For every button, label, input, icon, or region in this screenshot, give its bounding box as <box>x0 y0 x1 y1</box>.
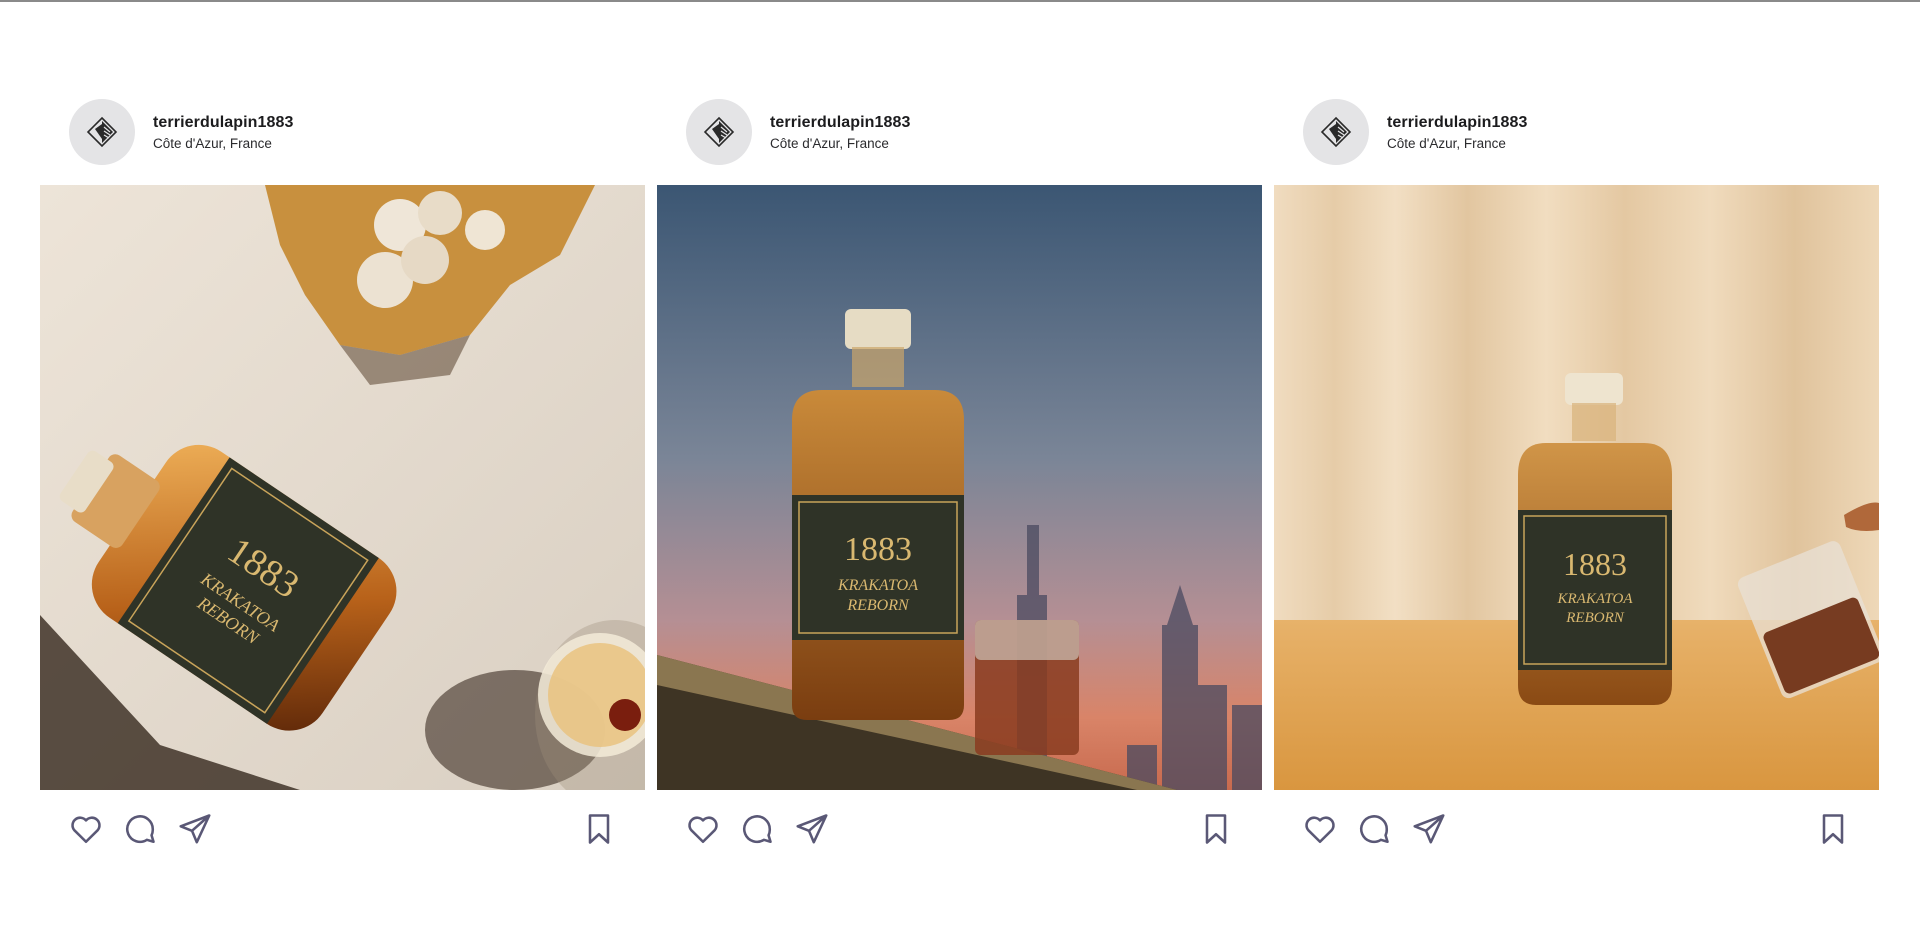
post-username[interactable]: terrierdulapin1883 <box>770 114 911 132</box>
bookmark-icon <box>588 814 610 844</box>
post-actions <box>657 790 1262 871</box>
post-card-3: terrierdulapin1883 Côte d'Azur, France 1… <box>1274 78 1879 871</box>
whisky-bottle-skyline-image: 1883 KRAKATOA REBORN <box>657 185 1262 790</box>
post-photo[interactable]: 1883 KRAKATOA REBORN <box>40 185 645 790</box>
post-photo[interactable]: 1883 KRAKATOA REBORN <box>1274 185 1879 790</box>
post-location[interactable]: Côte d'Azur, France <box>153 136 272 151</box>
whisky-bottle-table-image: 1883 KRAKATOA REBORN <box>1274 185 1879 790</box>
bottle-label-name: REBORN <box>846 597 910 614</box>
post-username[interactable]: terrierdulapin1883 <box>153 114 294 132</box>
avatar[interactable] <box>1303 99 1369 165</box>
send-icon <box>1413 814 1445 844</box>
share-button[interactable] <box>794 811 830 847</box>
post-actions <box>1274 790 1879 871</box>
heart-icon <box>688 816 718 844</box>
brand-logo-icon <box>86 116 118 148</box>
bottle-label-name: REBORN <box>1565 610 1624 626</box>
post-card-1: terrierdulapin1883 Côte d'Azur, France 1… <box>40 78 645 871</box>
top-divider <box>0 0 1920 2</box>
save-button[interactable] <box>581 811 617 847</box>
post-actions <box>40 790 645 871</box>
comment-icon <box>1360 815 1389 844</box>
send-icon <box>179 814 211 844</box>
bottle-label-year: 1883 <box>844 531 912 568</box>
like-button[interactable] <box>68 811 104 847</box>
send-icon <box>796 814 828 844</box>
share-button[interactable] <box>177 811 213 847</box>
bookmark-icon <box>1822 814 1844 844</box>
post-location[interactable]: Côte d'Azur, France <box>770 136 889 151</box>
bottle-label-name: KRAKATOA <box>1556 591 1633 607</box>
comment-icon <box>126 815 155 844</box>
avatar[interactable] <box>686 99 752 165</box>
post-photo[interactable]: 1883 KRAKATOA REBORN <box>657 185 1262 790</box>
bottle-label-name: KRAKATOA <box>837 577 918 594</box>
save-button[interactable] <box>1198 811 1234 847</box>
comment-button[interactable] <box>1356 811 1392 847</box>
post-header: terrierdulapin1883 Côte d'Azur, France <box>657 78 1262 185</box>
like-button[interactable] <box>1302 811 1338 847</box>
heart-icon <box>71 816 101 844</box>
comment-button[interactable] <box>122 811 158 847</box>
bottle-label-year: 1883 <box>1563 546 1627 582</box>
share-button[interactable] <box>1411 811 1447 847</box>
whisky-bottle-flatlay-image: 1883 KRAKATOA REBORN <box>40 185 645 790</box>
post-card-2: terrierdulapin1883 Côte d'Azur, France 1… <box>657 78 1262 871</box>
avatar[interactable] <box>69 99 135 165</box>
comment-button[interactable] <box>739 811 775 847</box>
like-button[interactable] <box>685 811 721 847</box>
post-location[interactable]: Côte d'Azur, France <box>1387 136 1506 151</box>
post-username[interactable]: terrierdulapin1883 <box>1387 114 1528 132</box>
post-header: terrierdulapin1883 Côte d'Azur, France <box>40 78 645 185</box>
post-header: terrierdulapin1883 Côte d'Azur, France <box>1274 78 1879 185</box>
brand-logo-icon <box>703 116 735 148</box>
save-button[interactable] <box>1815 811 1851 847</box>
bookmark-icon <box>1205 814 1227 844</box>
brand-logo-icon <box>1320 116 1352 148</box>
heart-icon <box>1305 816 1335 844</box>
comment-icon <box>743 815 772 844</box>
